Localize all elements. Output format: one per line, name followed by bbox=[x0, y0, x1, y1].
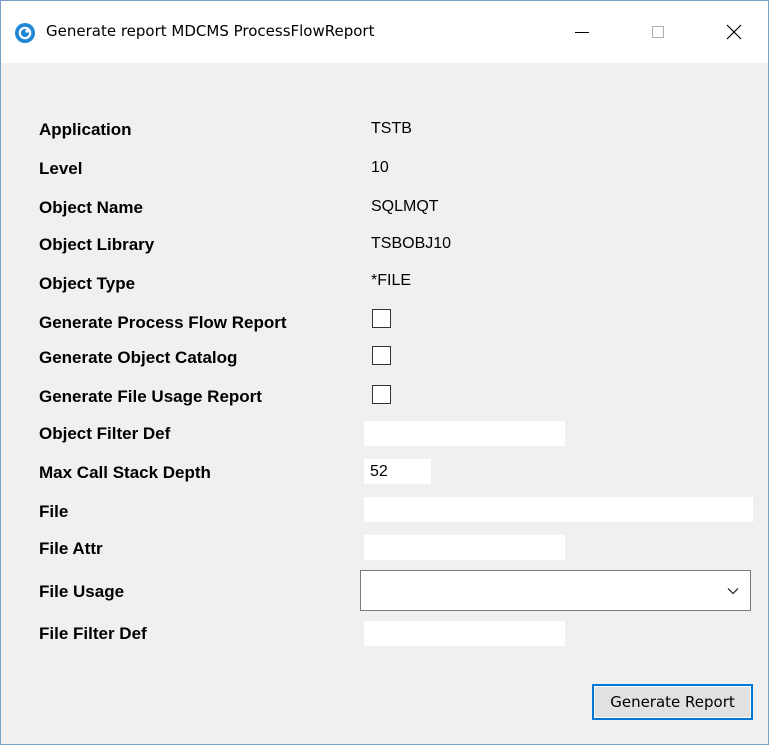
file-filter-def-label: File Filter Def bbox=[39, 624, 147, 643]
minimize-button[interactable] bbox=[559, 1, 605, 63]
generate-report-button[interactable]: Generate Report bbox=[592, 684, 753, 720]
object-name-value: SQLMQT bbox=[371, 198, 439, 215]
maximize-button[interactable] bbox=[635, 1, 681, 63]
process-flow-label: Generate Process Flow Report bbox=[39, 313, 287, 332]
max-call-stack-depth-input[interactable] bbox=[364, 459, 431, 484]
level-label: Level bbox=[39, 159, 83, 178]
level-value: 10 bbox=[371, 159, 389, 176]
file-filter-def-input[interactable] bbox=[364, 621, 565, 646]
object-type-label: Object Type bbox=[39, 274, 136, 293]
close-icon bbox=[726, 24, 742, 40]
file-attr-input[interactable] bbox=[364, 535, 565, 560]
object-type-value: *FILE bbox=[371, 272, 412, 289]
file-input[interactable] bbox=[364, 497, 753, 522]
application-label: Application bbox=[39, 120, 132, 139]
object-name-label: Object Name bbox=[39, 198, 143, 217]
application-value: TSTB bbox=[371, 120, 412, 137]
object-catalog-checkbox[interactable] bbox=[372, 346, 391, 365]
object-library-value: TSBOBJ10 bbox=[371, 235, 452, 252]
minimize-icon bbox=[575, 32, 589, 33]
title-bar[interactable]: Generate report MDCMS ProcessFlowReport bbox=[1, 1, 768, 63]
chevron-down-icon bbox=[727, 588, 739, 595]
file-usage-label: File Usage bbox=[39, 582, 125, 601]
object-library-label: Object Library bbox=[39, 235, 155, 254]
max-call-stack-depth-label: Max Call Stack Depth bbox=[39, 463, 211, 482]
file-label: File bbox=[39, 502, 69, 521]
process-flow-checkbox[interactable] bbox=[372, 309, 391, 328]
file-usage-report-label: Generate File Usage Report bbox=[39, 387, 262, 406]
file-usage-report-checkbox[interactable] bbox=[372, 385, 391, 404]
file-usage-select[interactable] bbox=[360, 570, 751, 611]
close-button[interactable] bbox=[711, 1, 757, 63]
object-filter-def-label: Object Filter Def bbox=[39, 424, 171, 443]
window-title: Generate report MDCMS ProcessFlowReport bbox=[46, 22, 375, 40]
app-logo-icon bbox=[15, 23, 35, 43]
object-filter-def-input[interactable] bbox=[364, 421, 565, 446]
maximize-icon bbox=[652, 26, 664, 38]
object-catalog-label: Generate Object Catalog bbox=[39, 348, 238, 367]
file-attr-label: File Attr bbox=[39, 539, 103, 558]
dialog-window: Generate report MDCMS ProcessFlowReport … bbox=[0, 0, 769, 745]
